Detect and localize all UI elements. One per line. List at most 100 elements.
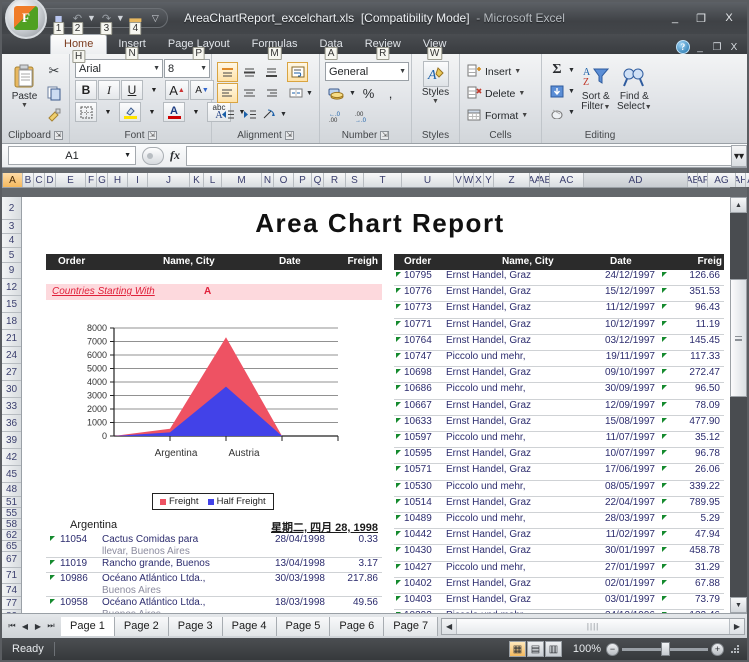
row-header-42[interactable]: 42 <box>2 449 21 466</box>
font-name-combo[interactable]: Arial ▼ <box>75 59 163 78</box>
paste-dropdown-icon[interactable]: ▼ <box>21 102 28 109</box>
sheet-tab-page-4[interactable]: Page 4 <box>222 616 277 636</box>
ribbon-minimize-button[interactable]: _ <box>693 42 707 53</box>
table-row[interactable]: 10427 Piccolo und mehr, 27/01/1997 31.29 <box>394 562 724 578</box>
table-row[interactable]: 10773 Ernst Handel, Graz 11/12/1997 96.43 <box>394 302 724 319</box>
align-top-button[interactable] <box>217 62 238 82</box>
column-header-Y[interactable]: Y <box>484 173 494 187</box>
row-header-15[interactable]: 15 <box>2 296 21 313</box>
row-header-77[interactable]: 77 <box>2 597 21 610</box>
row-header-3[interactable]: 3 <box>2 220 21 234</box>
comma-style-button[interactable]: , <box>380 83 401 103</box>
fill-color-button[interactable] <box>119 102 141 122</box>
row-header-71[interactable]: 71 <box>2 568 21 584</box>
styles-dropdown-icon[interactable]: ▼ <box>432 98 439 105</box>
underline-dropdown-icon[interactable]: ▼ <box>144 80 164 100</box>
sheet-tab-page-5[interactable]: Page 5 <box>276 616 331 636</box>
shrink-font-button[interactable]: A ▼ <box>190 80 214 100</box>
italic-button[interactable]: I <box>98 80 120 100</box>
zoom-out-button[interactable]: − <box>606 642 619 656</box>
sort-filter-button[interactable]: A Z Sort & Filter▼ <box>578 60 614 113</box>
column-header-M[interactable]: M <box>222 173 262 187</box>
styles-button[interactable]: A Styles ▼ <box>417 59 454 105</box>
prev-sheet-button[interactable]: ◀ <box>19 622 31 631</box>
copy-icon[interactable] <box>44 83 64 103</box>
fill-button[interactable] <box>547 81 567 101</box>
autosum-button[interactable]: Σ <box>547 60 567 80</box>
row-header-74[interactable]: 74 <box>2 584 21 597</box>
tab-formulas[interactable]: Formulas M <box>241 35 309 60</box>
column-header-AD[interactable]: AD <box>584 173 688 187</box>
number-format-dropdown-icon[interactable]: ▼ <box>396 68 406 75</box>
zoom-level[interactable]: 100% <box>567 643 601 655</box>
undo-icon[interactable]: ↶ 2 <box>69 10 86 35</box>
formula-input[interactable] <box>186 145 731 166</box>
column-header-K[interactable]: K <box>190 173 204 187</box>
redo-dropdown-icon[interactable]: ▼ <box>116 13 125 23</box>
sheet-tab-page-7[interactable]: Page 7 <box>384 616 439 636</box>
paste-button[interactable]: Paste ▼ <box>7 59 42 109</box>
name-box-dropdown-icon[interactable]: ▼ <box>124 152 131 159</box>
accounting-dropdown-icon[interactable]: ▼ <box>348 83 357 103</box>
tab-review[interactable]: Review R <box>354 35 412 60</box>
format-dropdown-icon[interactable]: ▼ <box>521 112 528 119</box>
insert-dropdown-icon[interactable]: ▼ <box>514 68 521 75</box>
table-row[interactable]: 11019 Rancho grande, Buenos 13/04/1998 3… <box>46 558 382 573</box>
normal-view-button[interactable]: ▦ <box>509 641 526 657</box>
scroll-up-button[interactable]: ▲ <box>730 197 747 213</box>
row-header-51[interactable]: 51 <box>2 497 21 508</box>
find-select-dropdown-icon[interactable]: ▼ <box>645 104 652 111</box>
row-header-65[interactable]: 65 <box>2 541 21 552</box>
align-middle-button[interactable] <box>239 62 260 82</box>
sheet-tab-page-6[interactable]: Page 6 <box>330 616 385 636</box>
delete-cells-button[interactable]: Delete ▼ <box>465 83 527 104</box>
column-header-I[interactable]: I <box>128 173 148 187</box>
table-row[interactable]: 10571 Ernst Handel, Graz 17/06/1997 26.06 <box>394 464 724 481</box>
row-header-4[interactable]: 4 <box>2 234 21 248</box>
table-row[interactable]: 10489 Piccolo und mehr, 28/03/1997 5.29 <box>394 513 724 530</box>
tab-view[interactable]: View W <box>412 35 458 60</box>
row-header-39[interactable]: 39 <box>2 432 21 449</box>
workbook-close-button[interactable]: X <box>727 42 741 53</box>
vertical-scroll-track[interactable] <box>730 213 747 597</box>
row-header-36[interactable]: 36 <box>2 415 21 432</box>
fill-dropdown-icon[interactable]: ▼ <box>567 81 576 101</box>
row-header-45[interactable]: 45 <box>2 466 21 483</box>
save-icon[interactable]: ■ 1 <box>50 10 67 35</box>
wrap-text-button[interactable] <box>287 62 308 82</box>
row-header-27[interactable]: 27 <box>2 364 21 381</box>
row-header-30[interactable]: 30 <box>2 381 21 398</box>
column-header-V[interactable]: V <box>454 173 464 187</box>
insert-cells-button[interactable]: Insert ▼ <box>465 61 523 82</box>
zoom-in-button[interactable]: + <box>711 642 724 656</box>
page-layout-view-button[interactable]: ▤ <box>527 641 544 657</box>
clear-button[interactable] <box>547 102 567 122</box>
column-header-D[interactable]: D <box>45 173 56 187</box>
insert-function-icon[interactable]: fx <box>170 148 180 163</box>
align-right-button[interactable] <box>261 83 282 103</box>
workbook-restore-button[interactable]: ❐ <box>710 42 724 53</box>
clipboard-dialog-launcher[interactable]: ⇲ <box>53 131 63 140</box>
row-header-55[interactable]: 55 <box>2 508 21 519</box>
column-header-AH[interactable]: AH <box>736 173 746 187</box>
column-header-U[interactable]: U <box>402 173 454 187</box>
increase-indent-button[interactable] <box>239 104 260 124</box>
column-header-AE[interactable]: AE <box>688 173 698 187</box>
column-header-Z[interactable]: Z <box>494 173 530 187</box>
column-header-G[interactable]: G <box>97 173 108 187</box>
table-row[interactable]: 10667 Ernst Handel, Graz 12/09/1997 78.09 <box>394 400 724 416</box>
row-header-24[interactable]: 24 <box>2 347 21 364</box>
minimize-button[interactable]: _ <box>663 9 687 27</box>
table-row[interactable]: 10747 Piccolo und mehr, 19/11/1997 117.33 <box>394 351 724 368</box>
column-header-B[interactable]: B <box>23 173 34 187</box>
redo-icon[interactable]: ↷ 3 <box>98 10 115 35</box>
accounting-format-button[interactable] <box>325 83 347 103</box>
close-button[interactable]: X <box>715 9 743 27</box>
help-icon[interactable]: ? <box>676 40 690 54</box>
find-select-button[interactable]: Find & Select▼ <box>616 60 653 113</box>
font-size-combo[interactable]: 8 ▼ <box>164 59 210 78</box>
table-row[interactable]: 10403 Ernst Handel, Graz 03/01/1997 73.79 <box>394 594 724 611</box>
zoom-slider[interactable]: − + <box>606 641 724 656</box>
resize-grip-icon[interactable] <box>729 643 741 655</box>
fill-color-dropdown-icon[interactable]: ▼ <box>142 102 162 122</box>
